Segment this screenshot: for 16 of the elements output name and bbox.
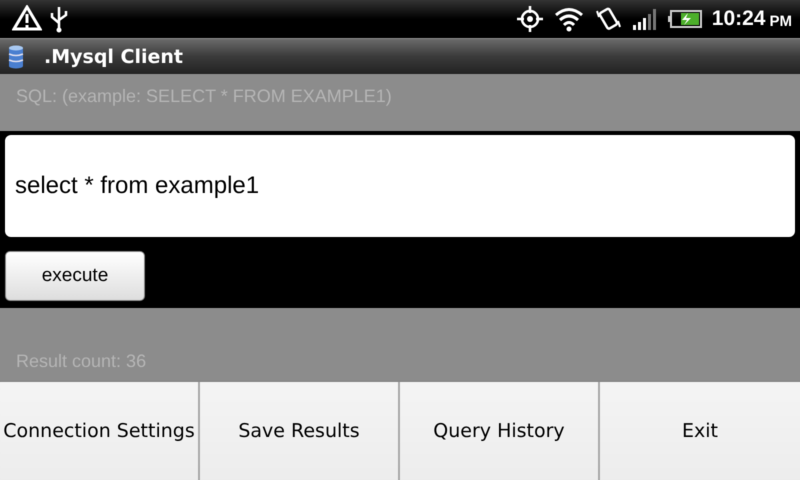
gps-icon <box>516 5 544 33</box>
warning-icon <box>12 5 42 33</box>
menu-item[interactable]: Connection Settings <box>0 382 200 480</box>
database-icon <box>8 44 24 68</box>
clock: 10:24 <box>712 7 766 31</box>
execute-button[interactable]: execute <box>5 251 145 301</box>
battery-icon <box>668 9 702 29</box>
usb-icon <box>48 5 70 33</box>
wifi-icon <box>554 6 584 32</box>
vibrate-icon <box>594 5 622 33</box>
menu-item[interactable]: Save Results <box>200 382 400 480</box>
signal-icon <box>632 7 658 31</box>
menu-item[interactable]: Query History <box>400 382 600 480</box>
window-title: .Mysql Client <box>44 46 184 68</box>
sql-input-field[interactable]: select * from example1 <box>5 135 795 237</box>
clock-period: PM <box>770 12 792 30</box>
